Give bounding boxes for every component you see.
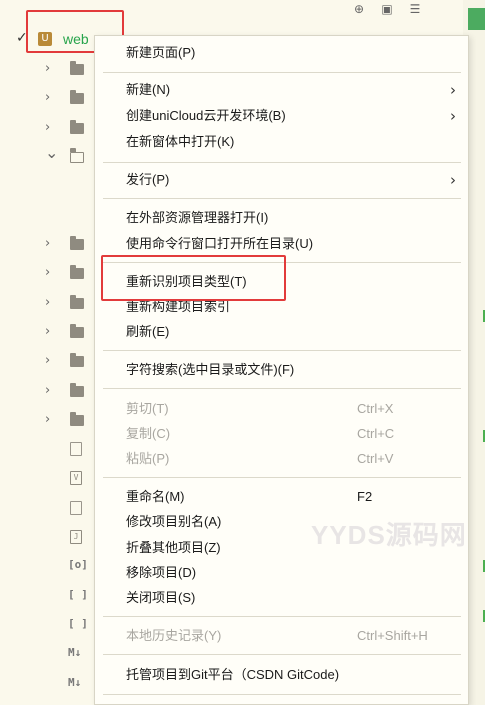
chevron-right-icon: ›	[450, 81, 456, 99]
tree-file-row[interactable]: V	[0, 464, 100, 493]
tree-folder-row[interactable]: ›	[0, 377, 100, 406]
menu-item-publish[interactable]: 发行(P) ›	[95, 168, 468, 192]
file-icon: V	[70, 471, 82, 486]
file-icon: [ ]	[68, 616, 88, 630]
menu-item-open-in-explorer[interactable]: 在外部资源管理器打开(I)	[95, 206, 468, 230]
menu-separator	[103, 616, 461, 617]
menu-separator	[103, 694, 461, 695]
tree-file-row[interactable]: [ ]	[0, 582, 100, 611]
chevron-right-icon[interactable]: ›	[45, 412, 55, 428]
menu-icon[interactable]: ☰	[408, 2, 422, 16]
chevron-right-icon[interactable]: ›	[45, 353, 55, 369]
file-icon: [o]	[68, 558, 88, 572]
tree-folder-row[interactable]: ›	[0, 55, 100, 84]
chevron-right-icon[interactable]: ›	[45, 120, 55, 136]
tree-file-row[interactable]: [ ]	[0, 611, 100, 640]
check-icon: ✓	[16, 30, 28, 46]
menu-item-open-in-terminal[interactable]: 使用命令行窗口打开所在目录(U)	[95, 232, 468, 256]
tree-folder-row[interactable]: ›	[0, 347, 100, 376]
tree-folder-row[interactable]: ›	[0, 259, 100, 288]
chevron-down-icon[interactable]: ⌄	[45, 143, 58, 162]
chevron-right-icon[interactable]: ›	[45, 90, 55, 106]
tree-folder-row[interactable]: ›	[0, 318, 100, 347]
folder-open-icon	[69, 148, 84, 163]
menu-separator	[103, 477, 461, 478]
tree-file-row[interactable]: M↓	[0, 670, 100, 699]
context-menu: 新建页面(P) 新建(N) › 创建uniCloud云开发环境(B) › 在新窗体中…	[94, 35, 469, 705]
file-icon	[70, 442, 82, 457]
menu-separator	[103, 350, 461, 351]
tree-folder-row[interactable]: ›	[0, 114, 100, 143]
menu-separator	[103, 388, 461, 389]
watermark: YYDS源码网	[311, 520, 467, 550]
file-icon: J	[70, 530, 82, 544]
menu-separator	[103, 72, 461, 73]
chevron-right-icon[interactable]: ›	[45, 61, 55, 77]
explorer-toolbar: ⊕ ▣ ☰	[345, 0, 440, 18]
menu-item-open-new-window[interactable]: 在新窗体中打开(K)	[95, 130, 468, 154]
folder-icon	[70, 382, 84, 397]
folder-icon	[70, 294, 84, 309]
tree-file-row[interactable]: [o]	[0, 552, 100, 581]
folder-icon	[70, 90, 84, 105]
folder-icon	[70, 353, 84, 368]
chevron-right-icon[interactable]: ›	[45, 265, 55, 281]
folder-icon	[70, 265, 84, 280]
menu-item-copy[interactable]: 复制(C) Ctrl+C	[95, 422, 468, 446]
file-icon: M↓	[68, 646, 82, 660]
menu-separator	[103, 198, 461, 199]
menu-item-remove-project[interactable]: 移除项目(D)	[95, 561, 468, 585]
tree-file-row[interactable]: M↓	[0, 640, 100, 669]
menu-separator	[103, 654, 461, 655]
menu-item-reidentify-type[interactable]: 重新识别项目类型(T)	[95, 270, 468, 294]
chevron-right-icon: ›	[450, 107, 456, 125]
menu-item-cut[interactable]: 剪切(T) Ctrl+X	[95, 397, 468, 421]
chevron-right-icon[interactable]: ›	[45, 295, 55, 311]
menu-item-host-on-git[interactable]: 托管项目到Git平台（CSDN GitCode)	[95, 663, 468, 687]
chevron-right-icon[interactable]: ›	[45, 324, 55, 340]
tree-folder-row[interactable]: ⌄	[0, 143, 100, 172]
menu-separator	[103, 162, 461, 163]
tree-folder-row[interactable]: ›	[0, 84, 100, 113]
file-icon: M↓	[68, 675, 82, 689]
project-name: web	[63, 31, 89, 47]
tree-folder-row[interactable]: ›	[0, 406, 100, 435]
tree-file-row[interactable]	[0, 435, 100, 464]
menu-item-paste[interactable]: 粘贴(P) Ctrl+V	[95, 447, 468, 471]
menu-item-new[interactable]: 新建(N) ›	[95, 78, 468, 102]
menu-item-local-history[interactable]: 本地历史记录(Y) Ctrl+Shift+H	[95, 624, 468, 648]
tree-file-row[interactable]: J	[0, 523, 100, 552]
menu-item-rebuild-index[interactable]: 重新构建项目索引	[95, 295, 468, 319]
chevron-right-icon: ›	[450, 171, 456, 189]
menu-item-close-project[interactable]: 关闭项目(S)	[95, 586, 468, 610]
chevron-right-icon[interactable]: ›	[45, 383, 55, 399]
menu-item-create-unicloud[interactable]: 创建uniCloud云开发环境(B) ›	[95, 104, 468, 128]
menu-item-refresh[interactable]: 刷新(E)	[95, 320, 468, 344]
menu-item-rename[interactable]: 重命名(M) F2	[95, 485, 468, 509]
tree-folder-row[interactable]: ›	[0, 289, 100, 318]
menu-item-new-page[interactable]: 新建页面(P)	[95, 41, 468, 65]
tree-file-row[interactable]	[0, 494, 100, 523]
folder-icon	[70, 411, 84, 426]
chevron-right-icon[interactable]: ›	[45, 236, 55, 252]
menu-item-search-text[interactable]: 字符搜索(选中目录或文件)(F)	[95, 358, 468, 382]
file-icon: [ ]	[68, 587, 88, 601]
folder-icon	[70, 119, 84, 134]
menu-separator	[103, 262, 461, 263]
project-icon: U	[38, 32, 52, 46]
tree-folder-row[interactable]: ›	[0, 230, 100, 259]
folder-icon	[70, 236, 84, 250]
collapse-icon[interactable]: ▣	[380, 2, 394, 16]
folder-icon	[70, 323, 84, 338]
project-explorer: ✓ U web › › › ⌄ › › › › › › › V J [o] [ ] [ ] M↓ M↓	[0, 0, 100, 705]
folder-icon	[70, 61, 84, 75]
editor-tab-indicator	[468, 8, 485, 30]
target-icon[interactable]: ⊕	[352, 2, 366, 16]
file-icon	[70, 500, 82, 515]
